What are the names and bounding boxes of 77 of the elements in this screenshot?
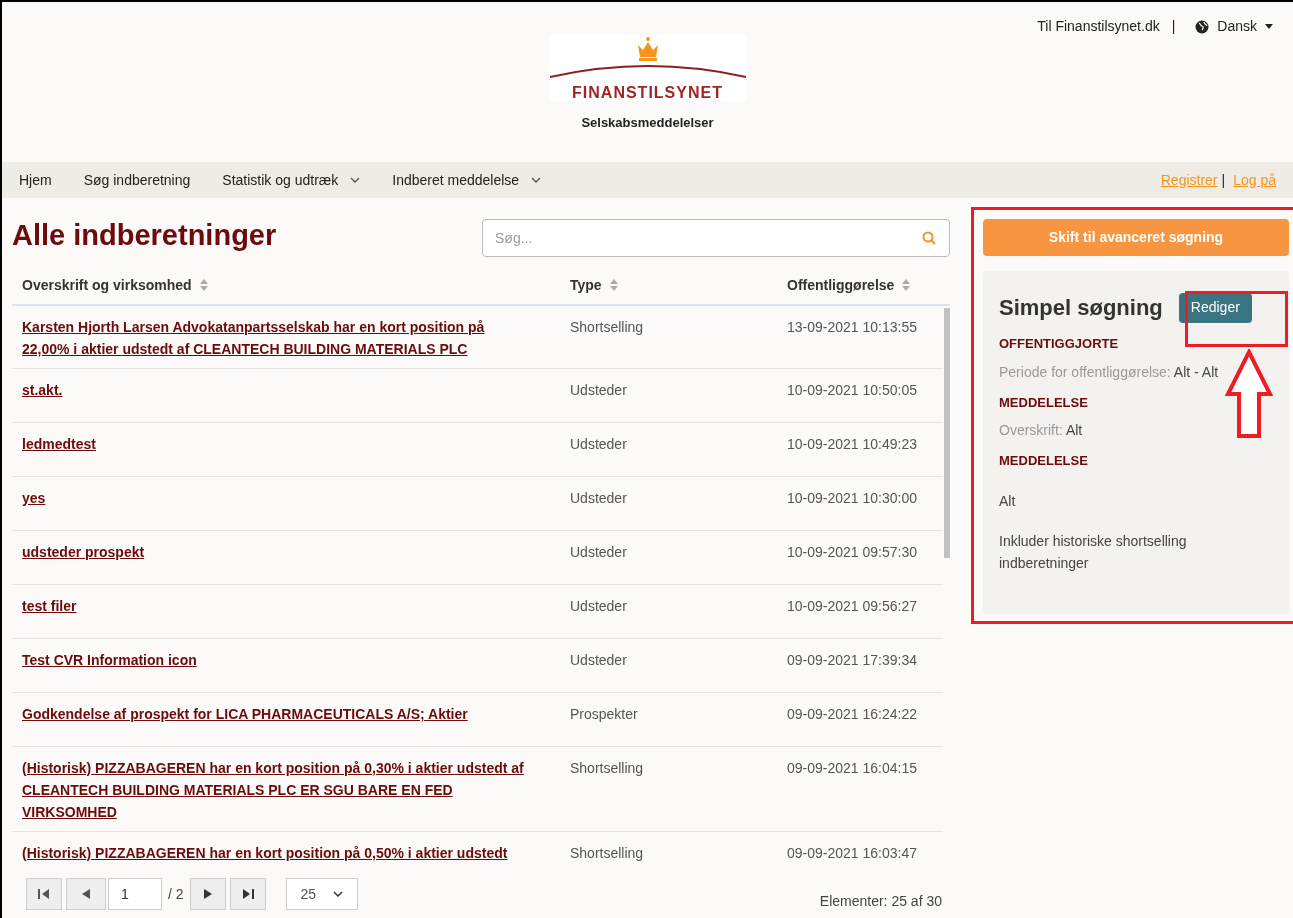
- sort-icon: [199, 279, 208, 291]
- type-cell-text: Udsteder: [570, 597, 628, 616]
- type-cell-text: Shortselling: [570, 318, 645, 337]
- date-cell-text: 09-09-2021 17:39:34: [787, 651, 918, 670]
- previous-page-button[interactable]: [66, 878, 106, 910]
- page-total: / 2: [168, 884, 184, 904]
- item-count: Elementer: 25 af 30: [819, 891, 942, 911]
- chevron-down-icon: [332, 891, 343, 897]
- next-page-button[interactable]: [189, 878, 226, 910]
- page-title: Alle indberetninger: [12, 218, 277, 254]
- type-cell-text: Shortselling: [570, 844, 645, 863]
- field-value: Alt: [999, 491, 1017, 511]
- announcement-link[interactable]: Test CVR Information icon: [22, 649, 524, 671]
- first-page-button[interactable]: [26, 878, 62, 910]
- announcement-link[interactable]: test filer: [22, 595, 524, 617]
- announcement-link[interactable]: (Historisk) PIZZABAGEREN har en kort position på 0,30% i aktier udstedt af CLEANTECH BUILDING MATERIALS PLC ER SGU BARE EN FED VIRKSOMHED: [22, 757, 524, 823]
- column-header[interactable]: Type: [570, 274, 787, 296]
- date-cell-text: 10-09-2021 10:49:23: [787, 435, 918, 454]
- nav-item[interactable]: Søg indberetning: [83, 169, 191, 191]
- edit-button[interactable]: Rediger: [1178, 292, 1252, 323]
- announcement-link[interactable]: Karsten Hjorth Larsen Advokatanpartsselskab har en kort position på 22,00% i aktier udstedt af CLEANTECH BUILDING MATERIALS PLC: [22, 316, 524, 360]
- sort-icon: [609, 279, 618, 291]
- announcement-link[interactable]: Godkendelse af prospekt for LICA PHARMACEUTICALS A/S; Aktier: [22, 703, 524, 725]
- separator: |: [1171, 17, 1176, 36]
- chevron-down-icon: [531, 177, 542, 183]
- date-cell-text: 10-09-2021 09:57:30: [787, 543, 918, 562]
- site-subtitle: Selskabsmeddelelser: [581, 114, 714, 132]
- type-cell-text: Udsteder: [570, 381, 628, 400]
- date-cell-text: 09-09-2021 16:24:22: [787, 705, 918, 724]
- announcement-link[interactable]: yes: [22, 487, 524, 509]
- nav-item[interactable]: Hjem: [19, 169, 52, 191]
- date-cell-text: 10-09-2021 10:30:00: [787, 489, 918, 508]
- page-input[interactable]: 1: [108, 878, 162, 910]
- triangle-left-icon: [82, 889, 90, 899]
- page-size-select[interactable]: 25: [285, 878, 358, 910]
- globe-icon: [1195, 19, 1210, 34]
- type-cell-text: Shortselling: [570, 759, 645, 778]
- field-label: Periode for offentliggørelse:: [999, 363, 1171, 380]
- date-cell-text: 09-09-2021 16:03:47: [787, 844, 918, 863]
- logo[interactable]: FINANSTILSYNET: [549, 35, 746, 101]
- section-title: MEDDELELSE: [999, 393, 1089, 412]
- type-cell-text: Udsteder: [570, 435, 628, 454]
- last-page-icon: [241, 889, 254, 899]
- field-label: Overskrift:: [999, 422, 1063, 438]
- scrollbar[interactable]: [944, 308, 950, 558]
- nav-item[interactable]: Statistik og udtræk: [222, 169, 361, 191]
- section-title: OFFENTIGGJORTE: [999, 335, 1120, 353]
- field-value: Alt: [1065, 422, 1083, 438]
- search-field[interactable]: Søg...: [482, 219, 950, 257]
- field-value: Alt - Alt: [1173, 363, 1219, 380]
- type-cell-text: Prospekter: [570, 705, 639, 724]
- date-cell-text: 10-09-2021 10:50:05: [787, 381, 918, 400]
- date-cell-text: 10-09-2021 09:56:27: [787, 597, 918, 616]
- column-header[interactable]: Overskrift og virksomhed: [12, 274, 570, 296]
- announcement-link[interactable]: ledmedtest: [22, 433, 524, 455]
- site-link[interactable]: Til Finanstilsynet.dk: [1037, 16, 1160, 37]
- logo-wordmark: FINANSTILSYNET: [572, 85, 723, 101]
- announcement-link[interactable]: (Historisk) PIZZABAGEREN har en kort position på 0,50% i aktier udstedt: [22, 842, 524, 864]
- column-header[interactable]: Offentliggørelse: [787, 274, 947, 296]
- triangle-right-icon: [203, 889, 212, 899]
- nav-item[interactable]: Indberet meddelelse: [392, 169, 542, 191]
- section-title: MEDDELELSE: [999, 452, 1089, 470]
- type-cell-text: Udsteder: [570, 543, 628, 562]
- announcement-link[interactable]: st.akt.: [22, 379, 524, 401]
- language-dropdown[interactable]: Dansk: [1217, 16, 1273, 37]
- last-page-button[interactable]: [229, 878, 266, 910]
- type-cell-text: Udsteder: [570, 489, 628, 508]
- historic-note: Inkluder historiske shortselling indberetninger: [999, 531, 1188, 573]
- sort-icon: [902, 279, 911, 291]
- panel-heading: Simpel søgning: [999, 294, 1163, 322]
- chevron-down-icon: [350, 177, 361, 183]
- first-page-icon: [38, 889, 50, 899]
- date-cell-text: 09-09-2021 16:04:15: [787, 759, 918, 778]
- announcement-link[interactable]: udsteder prospekt: [22, 541, 524, 563]
- date-cell-text: 13-09-2021 10:13:55: [787, 318, 918, 337]
- type-cell-text: Udsteder: [570, 651, 628, 670]
- separator: |: [1221, 170, 1226, 190]
